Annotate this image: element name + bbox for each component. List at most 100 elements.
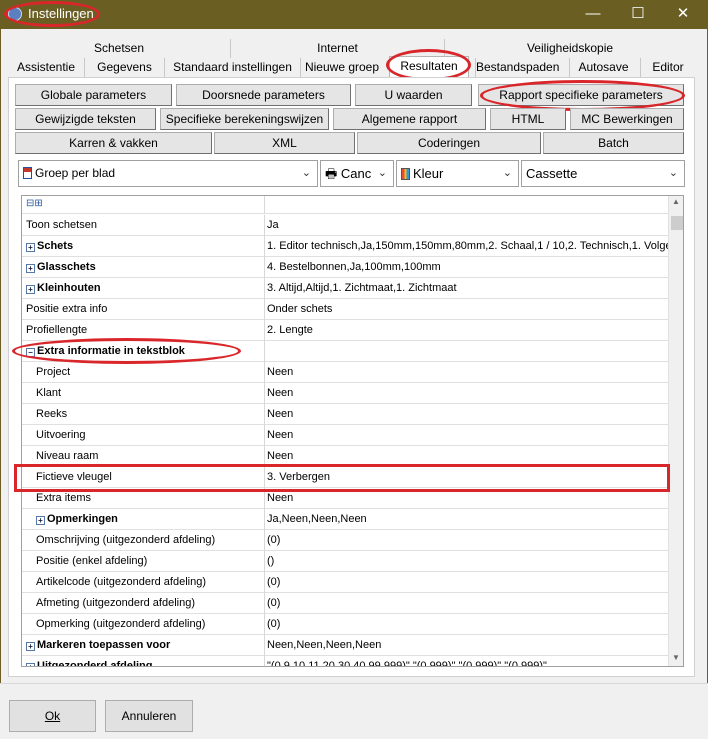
property-name-cell: Uitvoering (22, 425, 265, 446)
collapse-expand-all-icons[interactable]: ⊟⊞ (22, 196, 265, 214)
algemene-rapport-instellingen-button[interactable]: Algemene rapport instellingen (333, 108, 486, 146)
property-value[interactable]: Ja (266, 215, 668, 236)
grid-row[interactable]: Toon schetsen Ja (22, 215, 668, 236)
ok-button[interactable]: Ok (9, 700, 96, 732)
coderingen-button[interactable]: Coderingen (357, 132, 541, 154)
tab-autosave[interactable]: Autosave (569, 58, 637, 77)
expand-icon[interactable]: + (26, 642, 35, 651)
property-value[interactable]: Neen (266, 425, 668, 446)
scroll-up-icon[interactable]: ▲ (672, 197, 680, 206)
property-value[interactable]: (0) (266, 572, 668, 593)
gewijzigde-teksten-button[interactable]: Gewijzigde teksten (15, 108, 156, 130)
html-button[interactable]: HTML (490, 108, 566, 130)
highlight-rapport-button (480, 80, 685, 111)
property-value[interactable]: 3. Altijd,Altijd,1. Zichtmaat,1. Zichtma… (266, 278, 668, 299)
xml-button[interactable]: XML (214, 132, 355, 154)
expand-icon[interactable]: + (26, 663, 35, 666)
property-value[interactable] (266, 341, 668, 362)
doorsnede-parameters-button[interactable]: Doorsnede parameters (176, 84, 351, 106)
scrollbar-thumb[interactable] (671, 216, 683, 230)
maximize-button[interactable]: ☐ (615, 0, 661, 29)
grid-row[interactable]: Opmerking (uitgezonderd afdeling) (0) (22, 614, 668, 635)
color-page-icon (401, 168, 410, 180)
cancel-button[interactable]: Annuleren (105, 700, 193, 732)
group-select[interactable]: Groep per blad ⌄ (18, 160, 318, 187)
close-button[interactable]: ✕ (660, 0, 706, 29)
property-value[interactable]: Onder schets (266, 299, 668, 320)
grid-row[interactable]: Positie (enkel afdeling) () (22, 551, 668, 572)
property-value[interactable]: Neen (266, 362, 668, 383)
grid-row[interactable]: Artikelcode (uitgezonderd afdeling) (0) (22, 572, 668, 593)
tab-schetsen[interactable]: Schetsen (8, 39, 230, 58)
property-value[interactable]: (0) (266, 593, 668, 614)
highlight-fictieve-vleugel (14, 464, 670, 492)
grid-row[interactable]: Uitvoering Neen (22, 425, 668, 446)
grid-row[interactable]: + Markeren toepassen voor Neen,Neen,Neen,N… (22, 635, 668, 656)
grid-row[interactable]: +Uitgezonderd afdeling "(0,9,10,11,20,30,… (22, 656, 668, 667)
expand-icon[interactable]: + (36, 516, 45, 525)
property-value[interactable]: "(0,9,10,11,20,30,40,99,999)","(0,999)",… (266, 656, 668, 666)
property-value[interactable]: Neen,Neen,Neen,Neen (266, 635, 668, 656)
batch-button[interactable]: Batch (543, 132, 684, 154)
property-value[interactable]: Neen (266, 383, 668, 404)
tab-standaard-instellingen[interactable]: Standaard instellingen (164, 58, 300, 77)
specifieke-berekeningswijzen-button[interactable]: Specifieke berekeningswijzen (160, 108, 329, 130)
tab-veiligheidskopie[interactable]: Veiligheidskopie (444, 39, 695, 58)
chevron-down-icon: ⌄ (668, 167, 678, 179)
grid-row[interactable]: Omschrijving (uitgezonderd afdeling) (0) (22, 530, 668, 551)
property-value[interactable]: 2. Lengte (266, 320, 668, 341)
minimize-button[interactable]: — (570, 0, 616, 29)
globale-parameters-button[interactable]: Globale parameters (15, 84, 172, 106)
mc-bewerkingen-button[interactable]: MC Bewerkingen (570, 108, 684, 130)
tab-bestandspaden[interactable]: Bestandspaden (475, 58, 559, 77)
tab-nieuwe-groep[interactable]: Nieuwe groep (300, 58, 383, 77)
property-name: Schets (37, 240, 74, 252)
grid-row[interactable]: Reeks Neen (22, 404, 668, 425)
grid-row[interactable]: + Glasschets 4. Bestelbonnen,Ja,100mm,100m… (22, 257, 668, 278)
tab-assistentie[interactable]: Assistentie (8, 58, 84, 77)
property-value[interactable]: (0) (266, 530, 668, 551)
property-name: Artikelcode (uitgezonderd afdeling) (36, 576, 206, 588)
chevron-down-icon: ⌄ (301, 167, 311, 179)
property-value[interactable]: () (266, 551, 668, 572)
grid-row[interactable]: Klant Neen (22, 383, 668, 404)
tab-gegevens[interactable]: Gegevens (84, 58, 164, 77)
grid-header: ⊟⊞ (22, 196, 668, 214)
property-grid[interactable]: ⊟⊞ Toon schetsen Ja + Schets 1. Editor techn… (21, 195, 684, 667)
grid-row[interactable]: + Kleinhouten 3. Altijd,Altijd,1. Zichtmaa… (22, 278, 668, 299)
property-name-cell: Opmerking (uitgezonderd afdeling) (22, 614, 265, 635)
property-name-cell: Toon schetsen (22, 215, 265, 236)
u-waarden-button[interactable]: U waarden (355, 84, 472, 106)
expand-icon[interactable]: + (26, 243, 35, 252)
property-name: Kleinhouten (37, 282, 101, 294)
color-select[interactable]: Kleur ⌄ (396, 160, 519, 187)
scroll-down-icon[interactable]: ▼ (672, 653, 680, 662)
grid-row[interactable]: Afmeting (uitgezonderd afdeling) (0) (22, 593, 668, 614)
property-name: Positie extra info (26, 303, 108, 315)
property-value[interactable]: 1. Editor technisch,Ja,150mm,150mm,80mm,… (266, 236, 668, 257)
tab-editor[interactable]: Editor (640, 58, 695, 77)
grid-row[interactable]: Positie extra info Onder schets (22, 299, 668, 320)
grid-row[interactable]: + Schets 1. Editor technisch,Ja,150mm,150m… (22, 236, 668, 257)
grid-row[interactable]: Project Neen (22, 362, 668, 383)
vertical-scrollbar[interactable]: ▲ ▼ (668, 196, 683, 666)
grid-row[interactable]: + Opmerkingen Ja,Neen,Neen,Neen (22, 509, 668, 530)
property-name-cell: Afmeting (uitgezonderd afdeling) (22, 593, 265, 614)
expand-icon[interactable]: + (26, 285, 35, 294)
tray-select[interactable]: Cassette ⌄ (521, 160, 685, 187)
title-bar: Instellingen — ☐ ✕ (0, 0, 708, 29)
property-value[interactable]: (0) (266, 614, 668, 635)
printer-icon: 🖶 (325, 166, 338, 181)
printer-select[interactable]: 🖶 Canc ⌄ (320, 160, 394, 187)
property-value[interactable]: 4. Bestelbonnen,Ja,100mm,100mm (266, 257, 668, 278)
property-value[interactable]: Ja,Neen,Neen,Neen (266, 509, 668, 530)
expand-icon[interactable]: + (26, 264, 35, 273)
karren-vakken-button[interactable]: Karren & vakken (15, 132, 212, 154)
property-name: Uitgezonderd afdeling (37, 660, 153, 667)
property-name-cell: Positie extra info (22, 299, 265, 320)
tab-row-2: Assistentie Gegevens Standaard instellin… (8, 56, 695, 78)
property-value[interactable]: Neen (266, 404, 668, 425)
chevron-down-icon: ⌄ (377, 167, 387, 179)
property-name-cell: Reeks (22, 404, 265, 425)
printer-select-value: Canc (340, 166, 372, 181)
